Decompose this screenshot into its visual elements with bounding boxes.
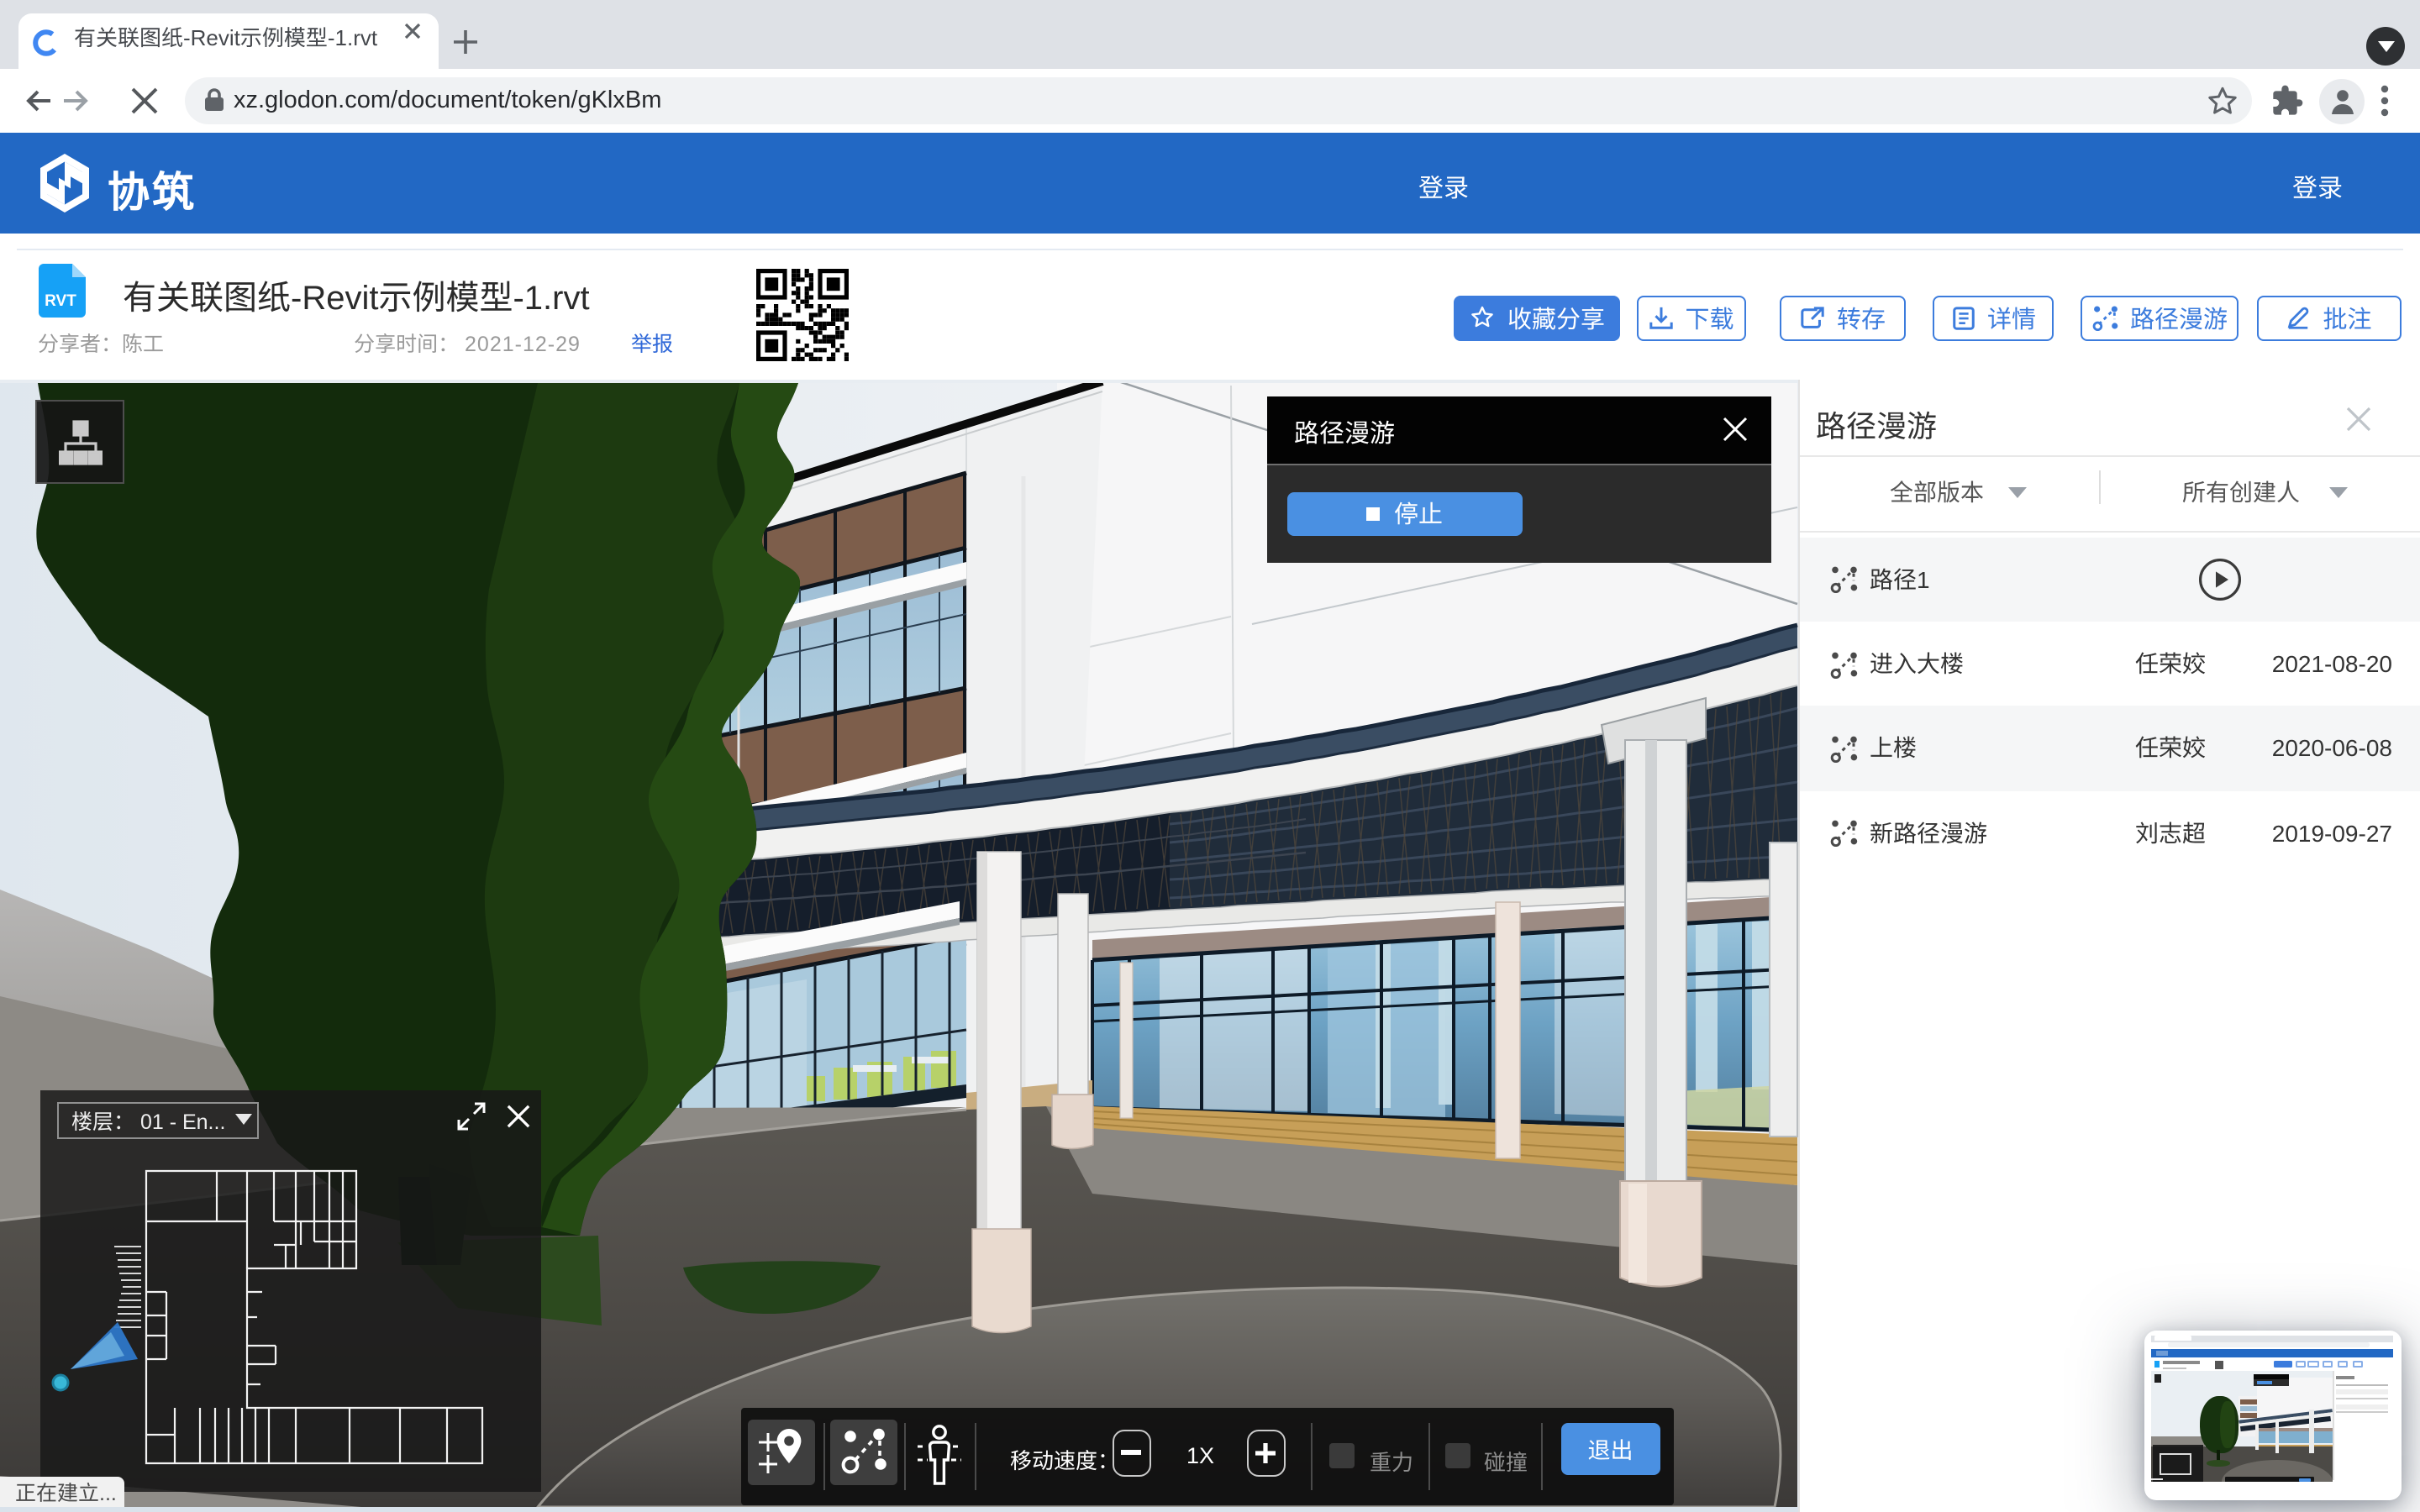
svg-text:RVT: RVT [44,292,76,310]
